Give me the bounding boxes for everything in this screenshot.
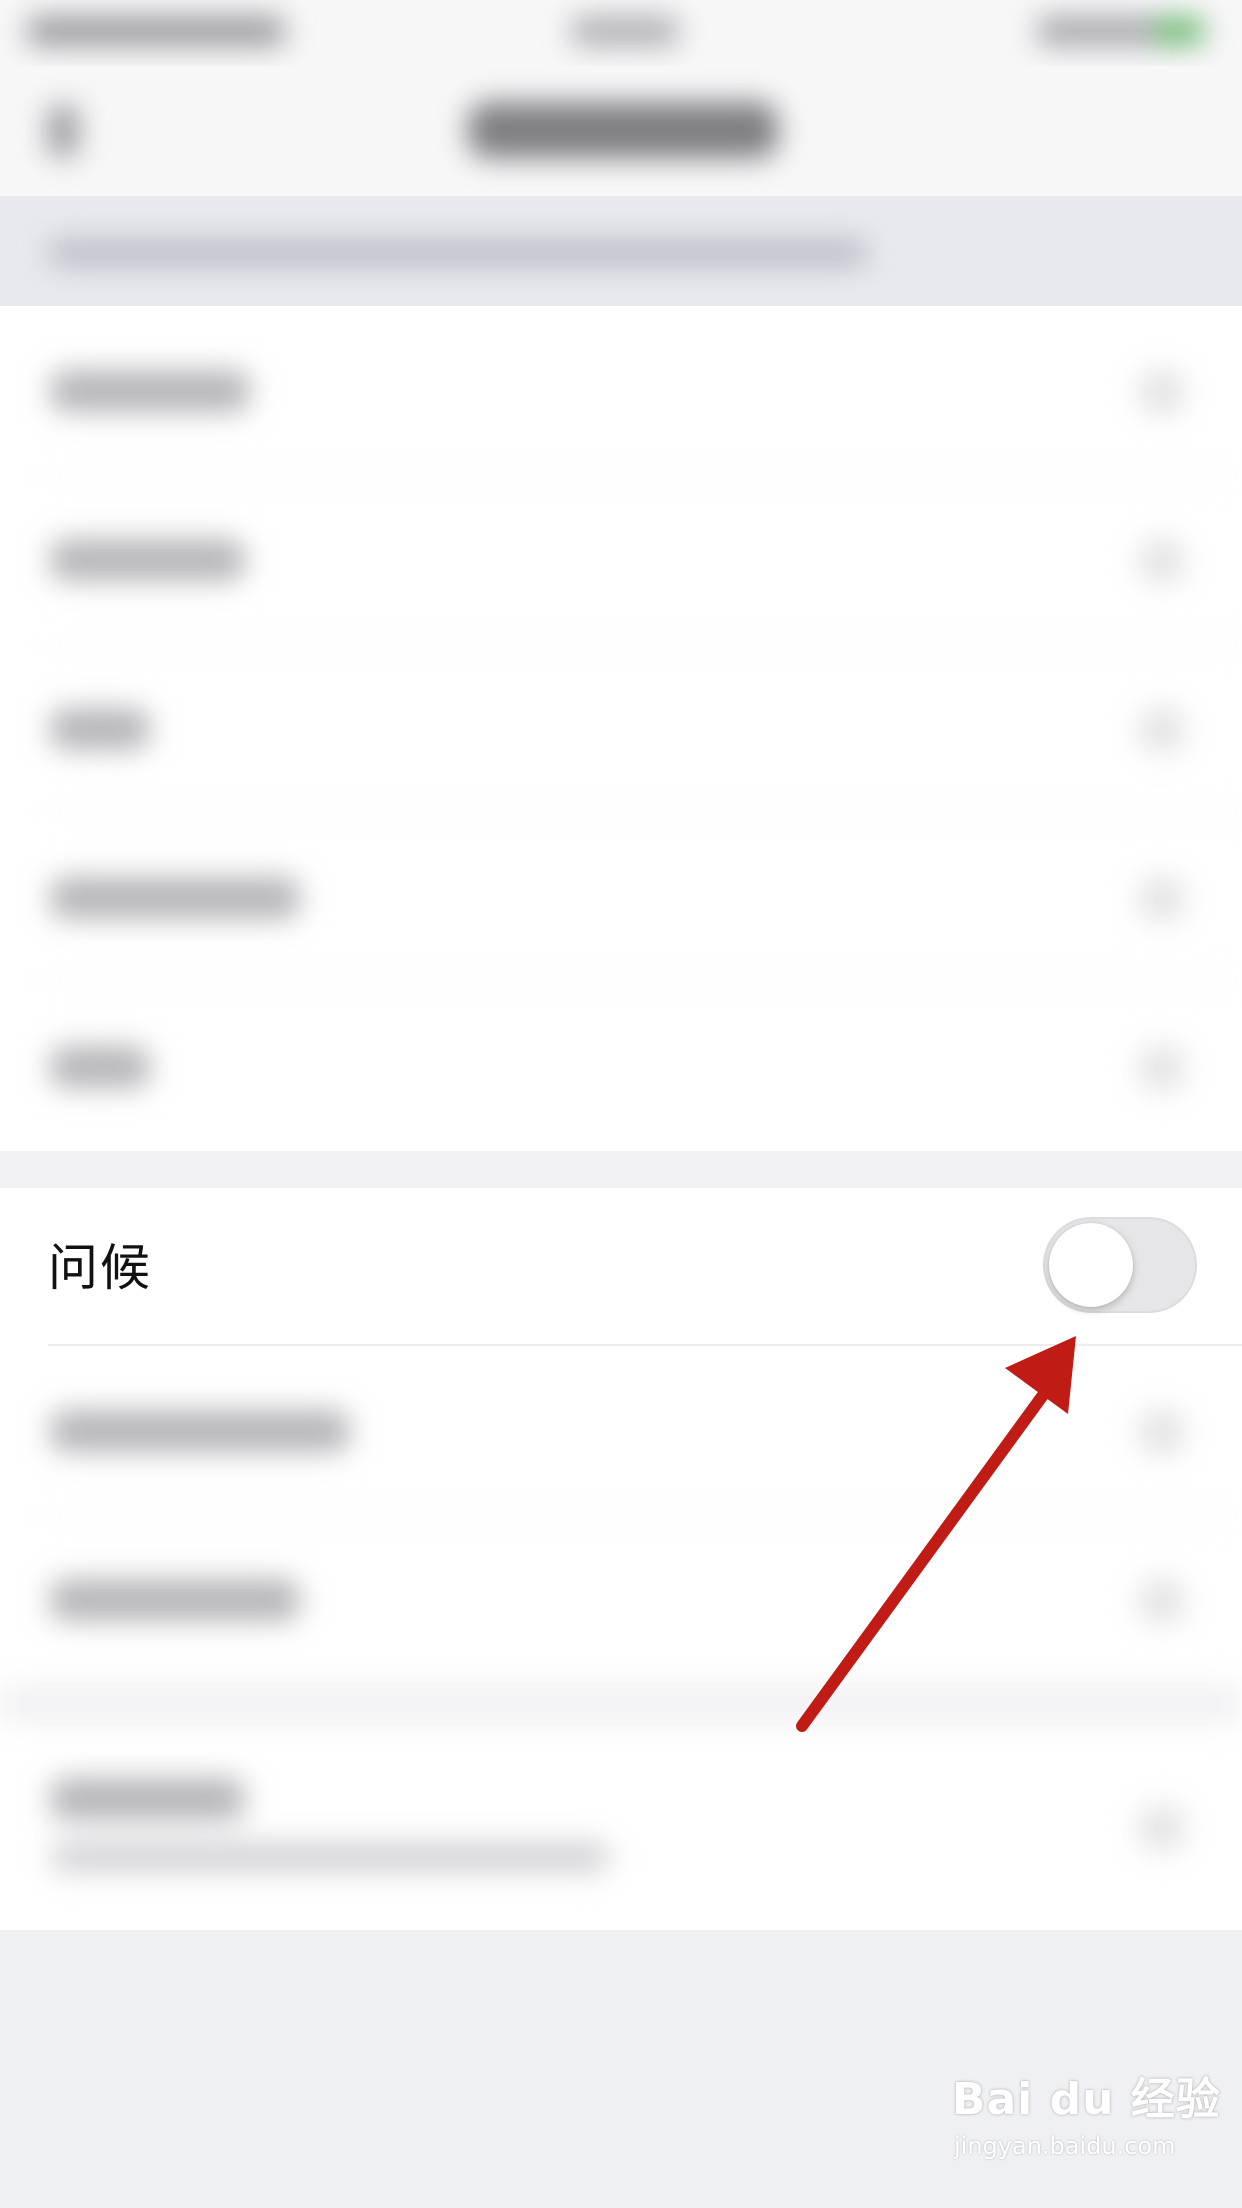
greeting-toggle[interactable]: [1043, 1217, 1197, 1313]
list-item[interactable]: [0, 982, 1242, 1151]
chevron-right-icon: [1140, 1806, 1184, 1850]
list-item[interactable]: [0, 306, 1242, 475]
carrier-placeholder: [26, 16, 286, 46]
list-item-subtitle-placeholder: [50, 1842, 610, 1872]
list-item-label-placeholder: [50, 1579, 300, 1621]
settings-list-top: [0, 306, 1242, 1151]
chevron-right-icon: [1140, 1046, 1184, 1090]
clock-placeholder: [570, 16, 680, 46]
list-item[interactable]: [0, 813, 1242, 982]
section-gap: [0, 1684, 1242, 1724]
list-item[interactable]: [0, 644, 1242, 813]
greeting-label: 问候: [48, 1239, 152, 1297]
section-notice: [0, 196, 1242, 306]
list-item[interactable]: [0, 1346, 1242, 1515]
chevron-right-icon: [1140, 1410, 1184, 1454]
list-item[interactable]: [0, 1724, 1242, 1930]
back-chevron-icon[interactable]: [48, 106, 78, 156]
settings-list-bottom: [0, 1346, 1242, 1930]
list-item[interactable]: [0, 1515, 1242, 1684]
list-item-label-placeholder: [50, 1410, 350, 1452]
battery-icon: [1156, 18, 1202, 44]
chevron-right-icon: [1140, 539, 1184, 583]
list-item[interactable]: [0, 475, 1242, 644]
navigation-bar: [0, 66, 1242, 196]
chevron-right-icon: [1140, 370, 1184, 414]
baidu-jingyan-watermark: Bai du 经验 jingyan.baidu.com: [952, 2072, 1220, 2182]
chevron-right-icon: [1140, 708, 1184, 752]
watermark-url: jingyan.baidu.com: [954, 2132, 1176, 2160]
notice-text-placeholder: [48, 240, 868, 266]
chevron-right-icon: [1140, 1579, 1184, 1623]
list-item-label-placeholder: [50, 1778, 245, 1820]
watermark-logo: Bai du 经验: [952, 2074, 1221, 2125]
chevron-right-icon: [1140, 877, 1184, 921]
list-item-label-placeholder: [50, 539, 245, 581]
toggle-knob: [1049, 1223, 1133, 1307]
list-item-label-placeholder: [50, 1046, 150, 1088]
page-title-placeholder: [468, 102, 778, 158]
list-item-label-placeholder: [50, 708, 150, 750]
status-bar: [0, 0, 1242, 66]
list-item-label-placeholder: [50, 370, 250, 412]
list-item-label-placeholder: [50, 877, 300, 919]
greeting-setting-row: 问候: [0, 1188, 1242, 1346]
